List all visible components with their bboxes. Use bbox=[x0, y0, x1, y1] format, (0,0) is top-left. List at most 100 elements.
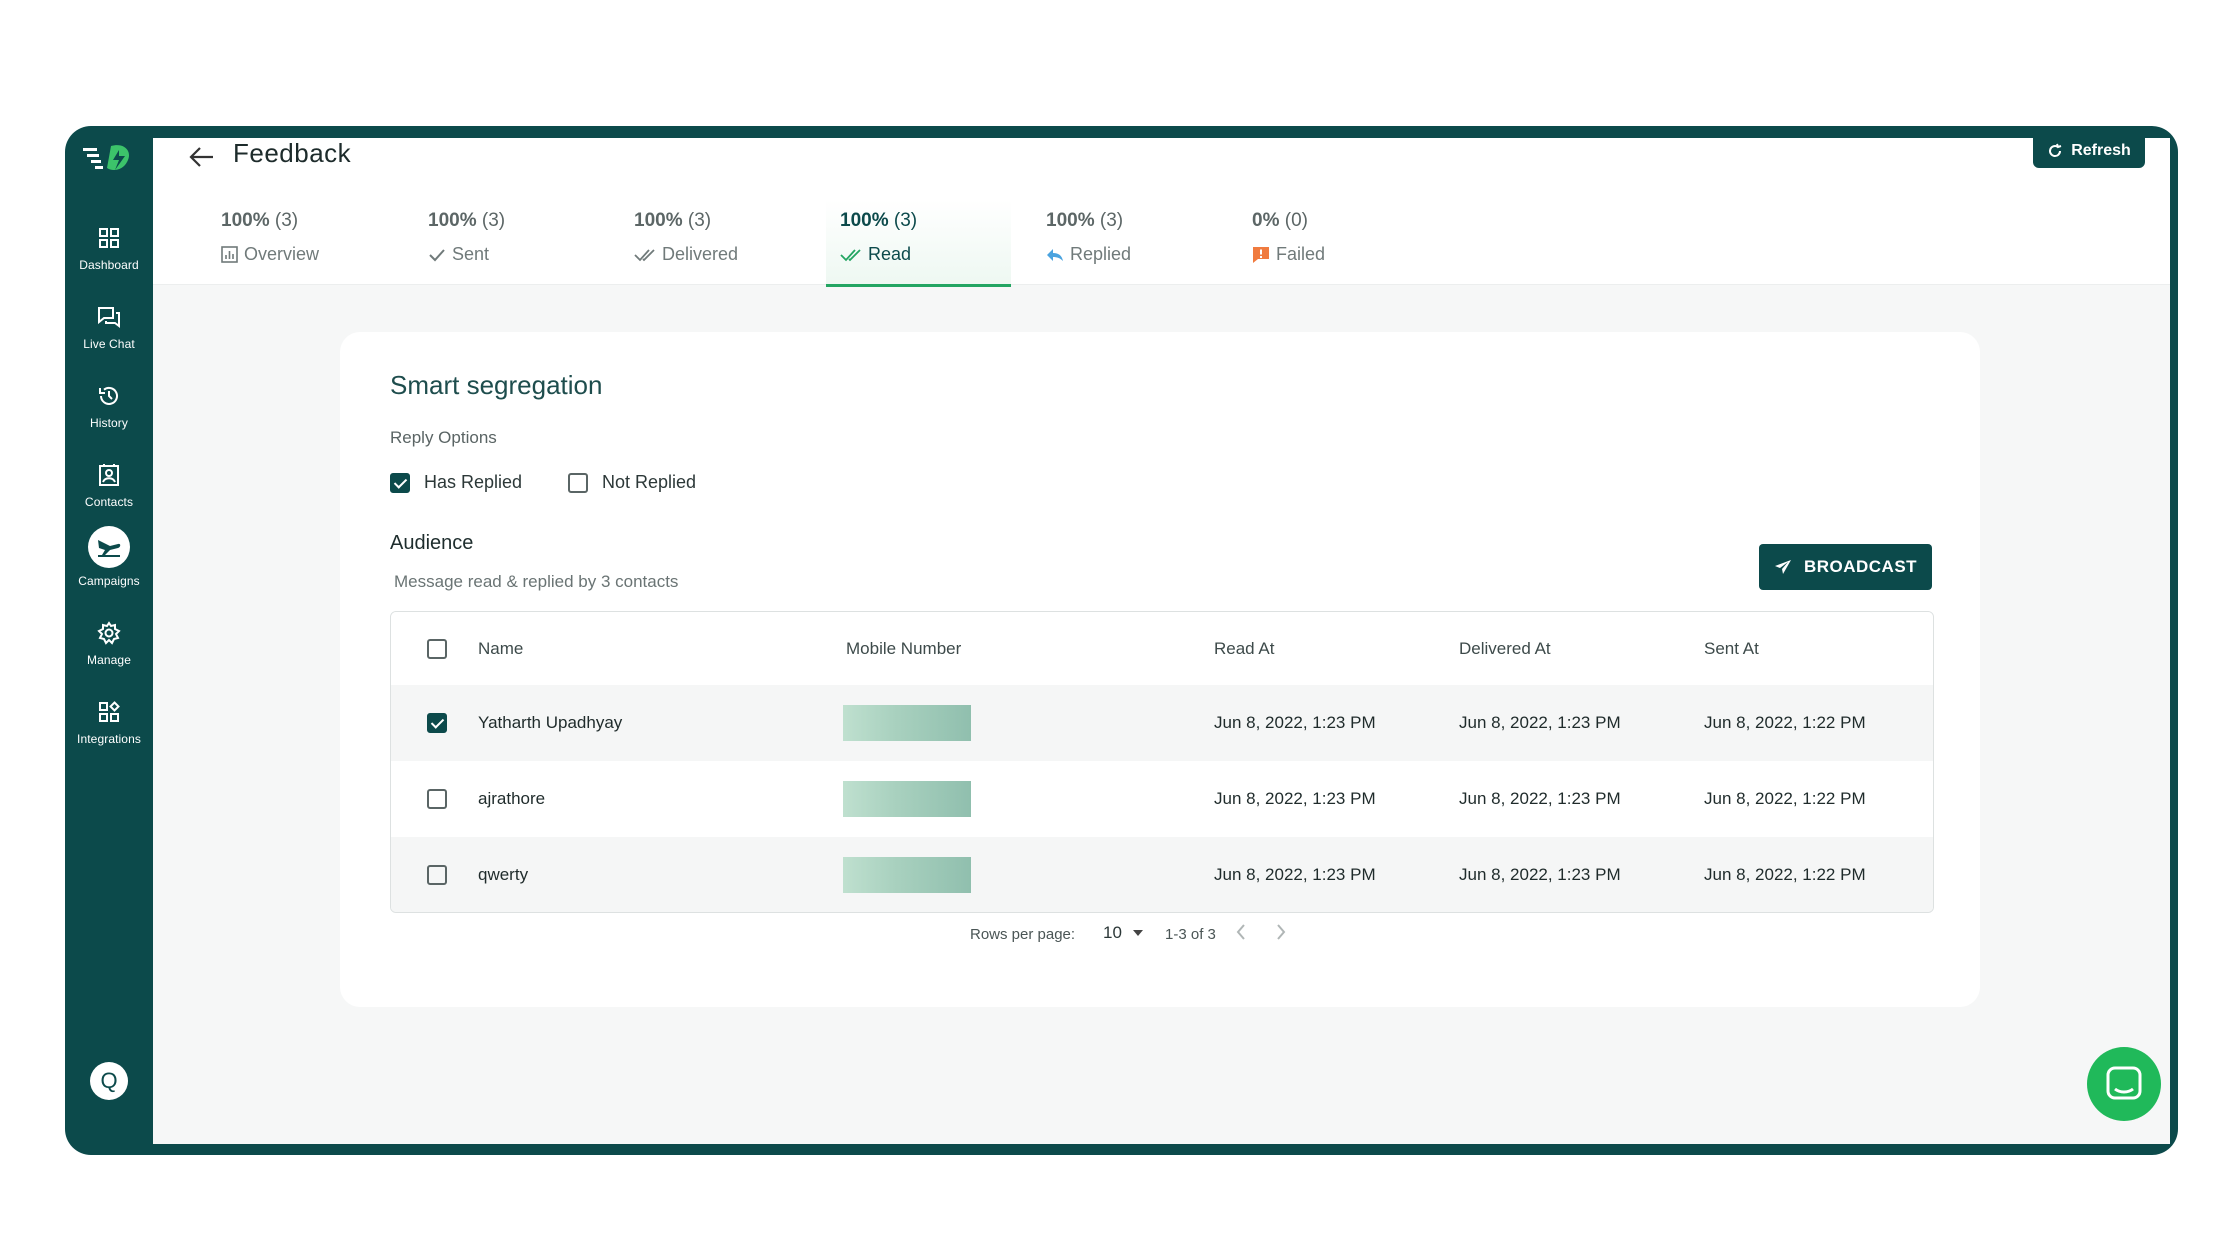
sidebar-item-dashboard[interactable]: Dashboard bbox=[65, 216, 153, 288]
sidebar-item-history[interactable]: History bbox=[65, 374, 153, 446]
check-icon bbox=[429, 248, 445, 261]
sidebar-item-label: Contacts bbox=[84, 495, 134, 509]
select-all-checkbox[interactable] bbox=[427, 638, 447, 659]
tab-label: Read bbox=[868, 244, 912, 264]
read-at: Jun 8, 2022, 1:23 PM bbox=[1214, 713, 1376, 732]
tab-label: Failed bbox=[1276, 244, 1326, 264]
history-icon bbox=[95, 382, 123, 410]
read-at: Jun 8, 2022, 1:23 PM bbox=[1214, 865, 1376, 884]
column-header-delivered-at[interactable]: Delivered At bbox=[1459, 639, 1551, 659]
app-logo-icon[interactable] bbox=[81, 140, 137, 176]
delivered-at: Jun 8, 2022, 1:23 PM bbox=[1459, 789, 1621, 808]
tab-label: Delivered bbox=[662, 244, 739, 264]
not-replied-option[interactable]: Not Replied bbox=[568, 472, 696, 493]
mobile-number-redacted bbox=[843, 705, 971, 741]
tab-read[interactable]: 100% (3) Read bbox=[826, 200, 1011, 287]
tab-count: (3) bbox=[1099, 210, 1124, 231]
previous-page-button[interactable] bbox=[1235, 923, 1247, 941]
sidebar-item-campaigns[interactable]: Campaigns bbox=[65, 526, 153, 598]
column-header-name[interactable]: Name bbox=[478, 639, 523, 659]
reply-options-title: Reply Options bbox=[390, 428, 497, 447]
chat-icon bbox=[95, 303, 123, 331]
column-header-read-at[interactable]: Read At bbox=[1214, 639, 1275, 659]
pagination-range: 1-3 of 3 bbox=[1165, 926, 1216, 943]
row-checkbox[interactable] bbox=[427, 789, 447, 809]
tab-count: (3) bbox=[274, 210, 299, 231]
tab-percent: 100% bbox=[428, 210, 477, 231]
tab-sent[interactable]: 100% (3) Sent bbox=[414, 200, 599, 284]
mobile-number-redacted bbox=[843, 857, 971, 893]
tab-percent: 100% bbox=[634, 210, 683, 231]
avatar[interactable]: Q bbox=[90, 1062, 128, 1100]
not-replied-checkbox[interactable] bbox=[568, 472, 588, 493]
option-label: Has Replied bbox=[424, 472, 523, 492]
tab-count: (0) bbox=[1284, 210, 1308, 231]
chevron-down-icon bbox=[1132, 930, 1143, 936]
broadcast-label: BROADCAST bbox=[1803, 557, 1918, 576]
tab-failed[interactable]: 0% (0) Failed bbox=[1238, 200, 1423, 284]
contact-name: Yatharth Upadhyay bbox=[478, 713, 623, 732]
column-header-sent-at[interactable]: Sent At bbox=[1704, 639, 1759, 659]
has-replied-option[interactable]: Has Replied bbox=[390, 472, 522, 493]
sidebar-item-label: Dashboard bbox=[79, 258, 139, 272]
chevron-right-icon bbox=[1277, 924, 1286, 940]
tab-overview[interactable]: 100% (3) Overview bbox=[207, 200, 392, 284]
sidebar-item-label: Campaigns bbox=[78, 574, 140, 588]
contacts-icon bbox=[95, 461, 123, 489]
dashboard-icon bbox=[95, 224, 123, 252]
failed-icon bbox=[1253, 246, 1269, 263]
send-icon bbox=[1774, 560, 1791, 574]
delivered-at: Jun 8, 2022, 1:23 PM bbox=[1459, 713, 1621, 732]
delivered-at: Jun 8, 2022, 1:23 PM bbox=[1459, 865, 1621, 884]
app-frame: Dashboard Live Chat History Contacts Cam… bbox=[65, 126, 2178, 1155]
rows-per-page-value: 10 bbox=[1103, 923, 1122, 942]
read-at: Jun 8, 2022, 1:23 PM bbox=[1214, 789, 1376, 808]
reply-icon bbox=[1047, 248, 1063, 261]
sidebar-item-manage[interactable]: Manage bbox=[65, 611, 153, 683]
option-label: Not Replied bbox=[602, 472, 697, 492]
row-checkbox[interactable] bbox=[427, 713, 447, 733]
contact-name: ajrathore bbox=[478, 789, 546, 808]
bar-chart-icon bbox=[221, 246, 238, 263]
column-header-mobile[interactable]: Mobile Number bbox=[846, 639, 961, 659]
refresh-icon bbox=[2049, 143, 2062, 157]
sidebar-item-label: Integrations bbox=[77, 732, 141, 746]
tab-count: (3) bbox=[481, 210, 506, 231]
back-arrow-icon[interactable] bbox=[187, 144, 217, 170]
table-header: Name Mobile Number Read At Delivered At … bbox=[391, 612, 1933, 685]
chat-launcher-button[interactable] bbox=[2087, 1047, 2161, 1121]
tab-percent: 100% bbox=[221, 210, 270, 231]
page-title: Feedback bbox=[233, 138, 352, 168]
sidebar-item-label: History bbox=[89, 416, 129, 430]
sidebar-item-contacts[interactable]: Contacts bbox=[65, 453, 153, 525]
sent-at: Jun 8, 2022, 1:22 PM bbox=[1704, 865, 1866, 884]
rows-per-page-select[interactable]: 10 bbox=[1103, 923, 1144, 943]
table-row[interactable]: qwerty Jun 8, 2022, 1:23 PM Jun 8, 2022,… bbox=[391, 837, 1933, 912]
sidebar: Dashboard Live Chat History Contacts Cam… bbox=[65, 126, 153, 1155]
tab-replied[interactable]: 100% (3) Replied bbox=[1032, 200, 1217, 284]
row-checkbox[interactable] bbox=[427, 865, 447, 885]
has-replied-checkbox[interactable] bbox=[390, 472, 410, 493]
table-row[interactable]: ajrathore Jun 8, 2022, 1:23 PM Jun 8, 20… bbox=[391, 761, 1933, 837]
tab-label: Replied bbox=[1070, 244, 1132, 264]
campaigns-icon bbox=[88, 526, 130, 568]
mobile-number-redacted bbox=[843, 781, 971, 817]
next-page-button[interactable] bbox=[1275, 923, 1287, 941]
tab-count: (3) bbox=[687, 210, 712, 231]
header: Feedback Refresh 100% (3) Overview 100% … bbox=[153, 138, 2170, 287]
rows-per-page-label: Rows per page: bbox=[970, 926, 1076, 943]
audience-table: Name Mobile Number Read At Delivered At … bbox=[390, 611, 1934, 913]
tab-delivered[interactable]: 100% (3) Delivered bbox=[620, 200, 805, 284]
refresh-button[interactable]: Refresh bbox=[2033, 138, 2145, 168]
sent-at: Jun 8, 2022, 1:22 PM bbox=[1704, 713, 1866, 732]
sidebar-item-integrations[interactable]: Integrations bbox=[65, 690, 153, 762]
table-row[interactable]: Yatharth Upadhyay Jun 8, 2022, 1:23 PM J… bbox=[391, 685, 1933, 761]
sidebar-item-label: Manage bbox=[87, 653, 131, 667]
gear-icon bbox=[95, 619, 123, 647]
chevron-left-icon bbox=[1236, 924, 1245, 940]
card-title: Smart segregation bbox=[390, 370, 603, 400]
broadcast-button[interactable]: BROADCAST bbox=[1759, 544, 1932, 590]
sidebar-item-live-chat[interactable]: Live Chat bbox=[65, 295, 153, 367]
integrations-icon bbox=[95, 698, 123, 726]
double-check-icon bbox=[634, 248, 655, 261]
